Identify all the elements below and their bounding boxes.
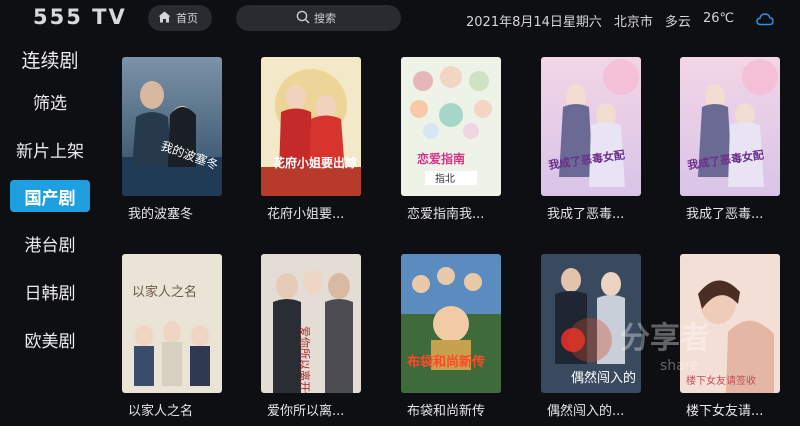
video-card[interactable]: 恋爱指南 指北 恋爱指南我... <box>401 57 501 222</box>
video-card[interactable]: 以家人之名 以家人之名 <box>122 254 222 419</box>
video-card[interactable]: 偶然闯入的 偶然闯入的... <box>541 254 641 419</box>
video-title: 布袋和尚新传 <box>407 404 486 419</box>
poster-title: 爱你所以离开你 <box>298 326 312 393</box>
poster-title: 楼下女友请签收 <box>686 374 756 387</box>
video-title: 恋爱指南我... <box>407 207 485 222</box>
poster-title: 以家人之名 <box>132 284 197 300</box>
video-poster: 花府小姐要出嫁 <box>261 57 361 196</box>
video-card[interactable]: 我的波塞冬 我的波塞冬 <box>122 57 222 222</box>
video-card[interactable]: 花府小姐要出嫁 花府小姐要... <box>261 57 361 222</box>
video-poster: 布袋和尚新传 <box>401 254 501 393</box>
poster-title: 布袋和尚新传 <box>407 354 485 370</box>
video-title: 偶然闯入的... <box>547 404 625 419</box>
video-card[interactable]: 布袋和尚新传 布袋和尚新传 <box>401 254 501 419</box>
video-poster: 恋爱指南 指北 <box>401 57 501 196</box>
video-poster: 爱你所以离开你 <box>261 254 361 393</box>
video-poster: 楼下女友请签收 <box>680 254 780 393</box>
video-card[interactable]: 我成了恶毒女配 我成了恶毒... <box>680 57 780 222</box>
video-title: 楼下女友请... <box>686 404 764 419</box>
video-card[interactable]: 楼下女友请签收 楼下女友请... <box>680 254 780 419</box>
video-poster: 以家人之名 <box>122 254 222 393</box>
video-title: 花府小姐要... <box>267 207 345 222</box>
video-title: 我成了恶毒... <box>547 207 625 222</box>
video-grid: 我的波塞冬 我的波塞冬 花府小姐要出嫁 花府小姐要... 恋爱指南 指北 恋爱指… <box>0 0 800 426</box>
poster-title: 恋爱指南 <box>417 151 465 166</box>
video-title: 以家人之名 <box>128 404 194 419</box>
video-card[interactable]: 爱你所以离开你 爱你所以离... <box>261 254 361 419</box>
video-title: 爱你所以离... <box>267 404 345 419</box>
video-title: 我成了恶毒... <box>686 207 764 222</box>
video-title: 我的波塞冬 <box>128 207 194 222</box>
video-poster: 我成了恶毒女配 <box>541 57 641 196</box>
video-poster: 我成了恶毒女配 <box>680 57 780 196</box>
poster-title: 花府小姐要出嫁 <box>273 155 357 170</box>
video-poster: 我的波塞冬 <box>122 57 222 196</box>
video-poster: 偶然闯入的 <box>541 254 641 393</box>
poster-title: 偶然闯入的 <box>571 370 636 386</box>
video-card[interactable]: 我成了恶毒女配 我成了恶毒... <box>541 57 641 222</box>
svg-text:指北: 指北 <box>435 172 455 185</box>
